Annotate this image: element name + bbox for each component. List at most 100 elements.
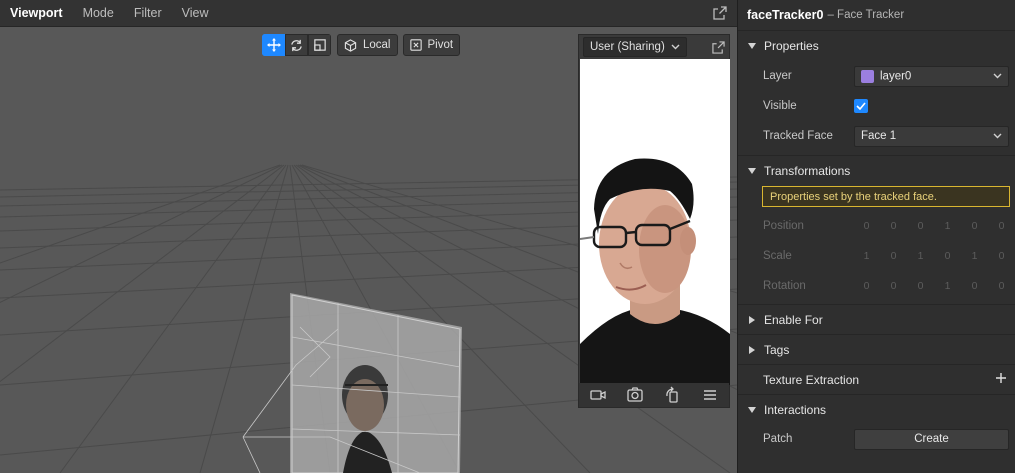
position-row: Position 0 0 0 1 0 0	[738, 211, 1015, 241]
rotation-fields: 0 0 0 1 0 0	[853, 280, 1015, 292]
scale-row: Scale 1 0 1 0 1 0	[738, 241, 1015, 271]
position-y-value: 0	[917, 220, 924, 232]
position-y2-value: 1	[944, 220, 951, 232]
section-properties-label: Properties	[764, 39, 819, 53]
expand-triangle-icon	[749, 345, 755, 354]
layer-dropdown[interactable]: layer0	[854, 65, 1009, 87]
transform-toolbar: Local Pivot	[262, 34, 461, 56]
viewport-menubar: Viewport Mode Filter View	[0, 0, 737, 27]
transform-mode-group	[262, 34, 331, 56]
position-z-value: 0	[971, 220, 978, 232]
section-enable-for-label: Enable For	[764, 312, 823, 327]
simulator-header: User (Sharing)	[579, 35, 729, 59]
section-texture-extraction-label: Texture Extraction	[763, 372, 860, 387]
add-icon[interactable]	[995, 372, 1007, 384]
scale-y-value: 1	[917, 250, 924, 262]
scale-fields: 1 0 1 0 1 0	[853, 250, 1015, 262]
scale-icon	[313, 39, 326, 51]
scale-z2-value: 0	[998, 250, 1005, 262]
menu-view[interactable]: View	[172, 6, 219, 20]
rotation-y-value: 0	[917, 280, 924, 292]
inspector-title: faceTracker0 – Face Tracker	[738, 0, 1015, 31]
popout-icon[interactable]	[712, 40, 725, 54]
video-camera-icon[interactable]	[589, 386, 607, 404]
section-enable-for[interactable]: Enable For	[738, 304, 1015, 334]
cube-icon	[344, 38, 357, 52]
local-label: Local	[363, 39, 391, 51]
pivot-button[interactable]: Pivot	[402, 34, 461, 56]
scale-y2-value: 0	[944, 250, 951, 262]
local-space-button[interactable]: Local	[337, 34, 398, 56]
menu-viewport[interactable]: Viewport	[0, 6, 73, 20]
section-transformations[interactable]: Transformations	[738, 155, 1015, 185]
rotation-x-value: 0	[863, 280, 870, 292]
section-interactions-label: Interactions	[764, 402, 827, 417]
visible-label: Visible	[763, 100, 797, 112]
chevron-down-icon	[993, 133, 1002, 139]
screenshot-icon[interactable]	[626, 386, 644, 404]
collapse-triangle-icon	[748, 406, 756, 413]
patch-row: Patch Create	[738, 424, 1015, 454]
rotate-icon	[291, 39, 302, 51]
layer-value: layer0	[880, 70, 912, 83]
rotate-tool-button[interactable]	[285, 34, 308, 56]
position-label: Position	[763, 220, 804, 232]
collapse-triangle-icon	[748, 167, 756, 174]
rotation-row: Rotation 0 0 0 1 0 0	[738, 271, 1015, 301]
section-texture-extraction[interactable]: Texture Extraction	[738, 364, 1015, 394]
device-select-label: User (Sharing)	[590, 41, 665, 53]
pivot-label: Pivot	[427, 39, 454, 51]
section-interactions[interactable]: Interactions	[738, 394, 1015, 424]
scale-z-value: 1	[971, 250, 978, 262]
layer-row: Layer layer0	[738, 61, 1015, 91]
viewport-panel[interactable]: Viewport Mode Filter View Local Pivot Us…	[0, 0, 737, 473]
patch-label: Patch	[763, 433, 793, 445]
scale-label: Scale	[763, 250, 792, 262]
position-x-value: 0	[863, 220, 870, 232]
scale-x2-value: 0	[890, 250, 897, 262]
rotation-y2-value: 1	[944, 280, 951, 292]
tracked-face-row: Tracked Face Face 1	[738, 121, 1015, 151]
chevron-down-icon	[671, 44, 680, 50]
rotate-device-icon[interactable]	[664, 386, 682, 404]
rotation-z2-value: 0	[998, 280, 1005, 292]
section-tags[interactable]: Tags	[738, 334, 1015, 364]
object-type: – Face Tracker	[827, 9, 905, 21]
tracked-face-dropdown[interactable]: Face 1	[854, 125, 1009, 147]
move-tool-button[interactable]	[262, 34, 285, 56]
position-x2-value: 0	[890, 220, 897, 232]
menu-icon[interactable]	[701, 386, 719, 404]
scale-tool-button[interactable]	[308, 34, 331, 56]
tracked-face-label: Tracked Face	[763, 130, 833, 142]
scale-x-value: 1	[863, 250, 870, 262]
menu-filter[interactable]: Filter	[124, 6, 172, 20]
expand-triangle-icon	[749, 315, 755, 324]
device-select[interactable]: User (Sharing)	[583, 37, 687, 57]
popout-icon[interactable]	[713, 6, 727, 20]
layer-color-swatch	[861, 69, 874, 83]
inspector-panel: faceTracker0 – Face Tracker Properties L…	[737, 0, 1015, 473]
tracked-face-value: Face 1	[861, 130, 897, 142]
position-z2-value: 0	[998, 220, 1005, 232]
create-patch-button[interactable]: Create	[854, 428, 1009, 450]
simulator-footer	[579, 383, 729, 407]
simulator-screen[interactable]	[580, 59, 730, 385]
menu-mode[interactable]: Mode	[73, 6, 124, 20]
rotation-z-value: 0	[971, 280, 978, 292]
checkmark-icon	[856, 102, 866, 110]
position-fields: 0 0 0 1 0 0	[853, 220, 1015, 232]
pivot-icon	[409, 39, 422, 51]
tracked-face-notice: Properties set by the tracked face.	[762, 186, 1010, 207]
move-icon	[266, 38, 281, 52]
chevron-down-icon	[993, 73, 1002, 79]
visible-checkbox[interactable]	[854, 99, 868, 113]
rotation-x2-value: 0	[890, 280, 897, 292]
collapse-triangle-icon	[748, 43, 756, 49]
object-name: faceTracker0	[747, 8, 824, 22]
section-transformations-label: Transformations	[764, 163, 851, 178]
rotation-label: Rotation	[763, 280, 806, 292]
section-properties[interactable]: Properties	[738, 31, 1015, 61]
layer-label: Layer	[763, 70, 792, 82]
device-simulator: User (Sharing)	[578, 34, 730, 408]
section-tags-label: Tags	[764, 342, 790, 357]
